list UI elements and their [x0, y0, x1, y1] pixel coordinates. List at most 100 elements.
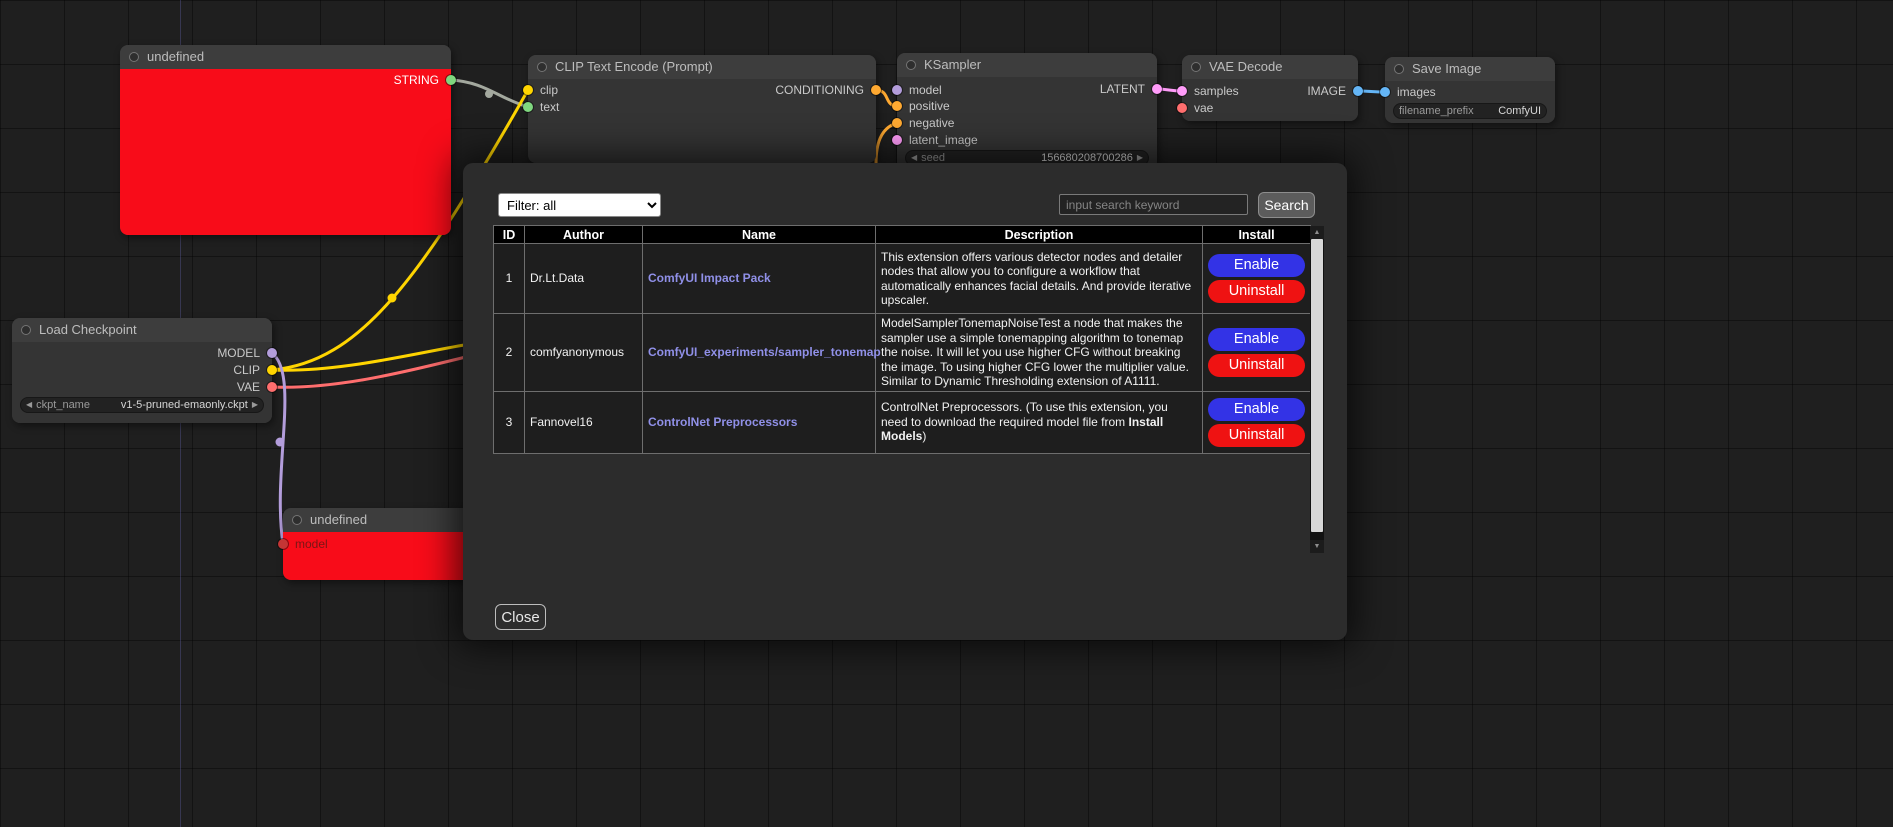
input-port-positive[interactable]	[892, 101, 902, 111]
node-body	[120, 69, 451, 235]
table-scrollbar[interactable]: ▲ ▼	[1310, 226, 1324, 553]
enable-button[interactable]: Enable	[1208, 398, 1305, 421]
output-port-latent[interactable]	[1152, 84, 1162, 94]
extension-id: 2	[494, 314, 525, 392]
collapse-dot-icon[interactable]	[129, 52, 139, 62]
filter-select[interactable]: Filter: all	[498, 193, 661, 217]
input-port-latent-image[interactable]	[892, 135, 902, 145]
input-port-model[interactable]	[278, 539, 288, 549]
input-port-samples[interactable]	[1177, 86, 1187, 96]
search-input[interactable]	[1059, 194, 1248, 215]
input-port-images[interactable]	[1380, 87, 1390, 97]
wire-dot	[276, 438, 285, 447]
output-label-conditioning: CONDITIONING	[775, 82, 864, 98]
input-label-vae: vae	[1194, 100, 1213, 116]
input-port-clip[interactable]	[523, 85, 533, 95]
search-button[interactable]: Search	[1258, 192, 1315, 218]
output-label-latent: LATENT	[1100, 81, 1145, 97]
node-title: CLIP Text Encode (Prompt)	[555, 59, 713, 74]
table-row: 2 comfyanonymous ComfyUI_experiments/sam…	[494, 314, 1311, 392]
node-title: VAE Decode	[1209, 59, 1282, 74]
node-title-bar[interactable]: undefined	[120, 45, 451, 69]
enable-button[interactable]: Enable	[1208, 254, 1305, 277]
collapse-dot-icon[interactable]	[292, 515, 302, 525]
uninstall-button[interactable]: Uninstall	[1208, 280, 1305, 303]
extension-description: ControlNet Preprocessors. (To use this e…	[876, 391, 1203, 453]
input-label-negative: negative	[909, 115, 954, 131]
table-header-row: ID Author Name Description Install	[494, 226, 1311, 244]
output-port-conditioning[interactable]	[871, 85, 881, 95]
close-button[interactable]: Close	[495, 604, 546, 630]
node-undefined-bottom[interactable]: undefined model	[283, 508, 483, 580]
scroll-down-icon[interactable]: ▼	[1310, 540, 1324, 553]
table-row: 1 Dr.Lt.Data ComfyUI Impact Pack This ex…	[494, 244, 1311, 314]
input-port-vae[interactable]	[1177, 103, 1187, 113]
extension-author: Dr.Lt.Data	[525, 244, 643, 314]
output-port-image[interactable]	[1353, 86, 1363, 96]
output-label-vae: VAE	[237, 379, 260, 395]
extension-id: 1	[494, 244, 525, 314]
output-label-clip: CLIP	[233, 362, 260, 378]
widget-value: ComfyUI	[1498, 105, 1541, 117]
prev-option-arrow-icon[interactable]: ◀	[26, 398, 32, 412]
output-label-string: STRING	[394, 72, 439, 88]
enable-button[interactable]: Enable	[1208, 328, 1305, 351]
scroll-up-icon[interactable]: ▲	[1310, 226, 1324, 239]
widget-label: ckpt_name	[36, 399, 90, 411]
collapse-dot-icon[interactable]	[537, 62, 547, 72]
scrollbar-thumb[interactable]	[1311, 239, 1323, 532]
node-ksampler[interactable]: KSampler model positive negative latent_…	[897, 53, 1157, 169]
input-port-negative[interactable]	[892, 118, 902, 128]
input-label-clip: clip	[540, 82, 558, 98]
wire-dot	[485, 90, 493, 98]
collapse-dot-icon[interactable]	[1191, 62, 1201, 72]
wire-clip-hidden	[272, 344, 470, 370]
header-name: Name	[643, 226, 876, 244]
extension-description: ModelSamplerTonemapNoiseTest a node that…	[876, 314, 1203, 392]
extension-link[interactable]: ControlNet Preprocessors	[648, 415, 797, 429]
node-title: Save Image	[1412, 61, 1481, 76]
collapse-dot-icon[interactable]	[1394, 64, 1404, 74]
node-title: Load Checkpoint	[39, 322, 137, 337]
filename-prefix-widget[interactable]: filename_prefix ComfyUI	[1393, 103, 1547, 119]
node-undefined-top[interactable]: undefined STRING	[120, 45, 451, 235]
input-label-latent-image: latent_image	[909, 132, 978, 148]
ckpt-name-widget[interactable]: ◀ ckpt_name v1-5-pruned-emaonly.ckpt ▶	[20, 397, 264, 413]
uninstall-button[interactable]: Uninstall	[1208, 354, 1305, 377]
collapse-dot-icon[interactable]	[21, 325, 31, 335]
node-clip-text-encode[interactable]: CLIP Text Encode (Prompt) clip text COND…	[528, 55, 876, 163]
next-option-arrow-icon[interactable]: ▶	[252, 398, 258, 412]
extension-author: Fannovel16	[525, 391, 643, 453]
output-port-vae[interactable]	[267, 382, 277, 392]
output-port-clip[interactable]	[267, 365, 277, 375]
node-vae-decode[interactable]: VAE Decode samples vae IMAGE	[1182, 55, 1358, 121]
node-title-bar[interactable]: undefined	[283, 508, 483, 532]
extension-link[interactable]: ComfyUI Impact Pack	[648, 271, 771, 285]
input-port-model[interactable]	[892, 85, 902, 95]
header-id: ID	[494, 226, 525, 244]
widget-label: filename_prefix	[1399, 105, 1474, 117]
extension-link[interactable]: ComfyUI_experiments/sampler_tonemap	[648, 345, 881, 359]
node-title-bar[interactable]: KSampler	[897, 53, 1157, 77]
uninstall-button[interactable]: Uninstall	[1208, 424, 1305, 447]
widget-value: v1-5-pruned-emaonly.ckpt	[121, 399, 248, 411]
extension-description: This extension offers various detector n…	[876, 244, 1203, 314]
input-port-text[interactable]	[523, 102, 533, 112]
collapse-dot-icon[interactable]	[906, 60, 916, 70]
output-port-string[interactable]	[446, 75, 456, 85]
node-title-bar[interactable]: Save Image	[1385, 57, 1555, 81]
input-label-positive: positive	[909, 98, 950, 114]
output-port-model[interactable]	[267, 348, 277, 358]
node-title: undefined	[310, 512, 367, 527]
extension-id: 3	[494, 391, 525, 453]
node-load-checkpoint[interactable]: Load Checkpoint MODEL CLIP VAE ◀ ckpt_na…	[12, 318, 272, 423]
input-label-model: model	[909, 82, 942, 98]
output-label-image: IMAGE	[1307, 83, 1346, 99]
node-title: KSampler	[924, 57, 981, 72]
output-label-model: MODEL	[217, 345, 260, 361]
description-text: )	[922, 429, 926, 443]
node-title-bar[interactable]: Load Checkpoint	[12, 318, 272, 342]
node-title-bar[interactable]: VAE Decode	[1182, 55, 1358, 79]
node-save-image[interactable]: Save Image images filename_prefix ComfyU…	[1385, 57, 1555, 123]
node-title-bar[interactable]: CLIP Text Encode (Prompt)	[528, 55, 876, 79]
